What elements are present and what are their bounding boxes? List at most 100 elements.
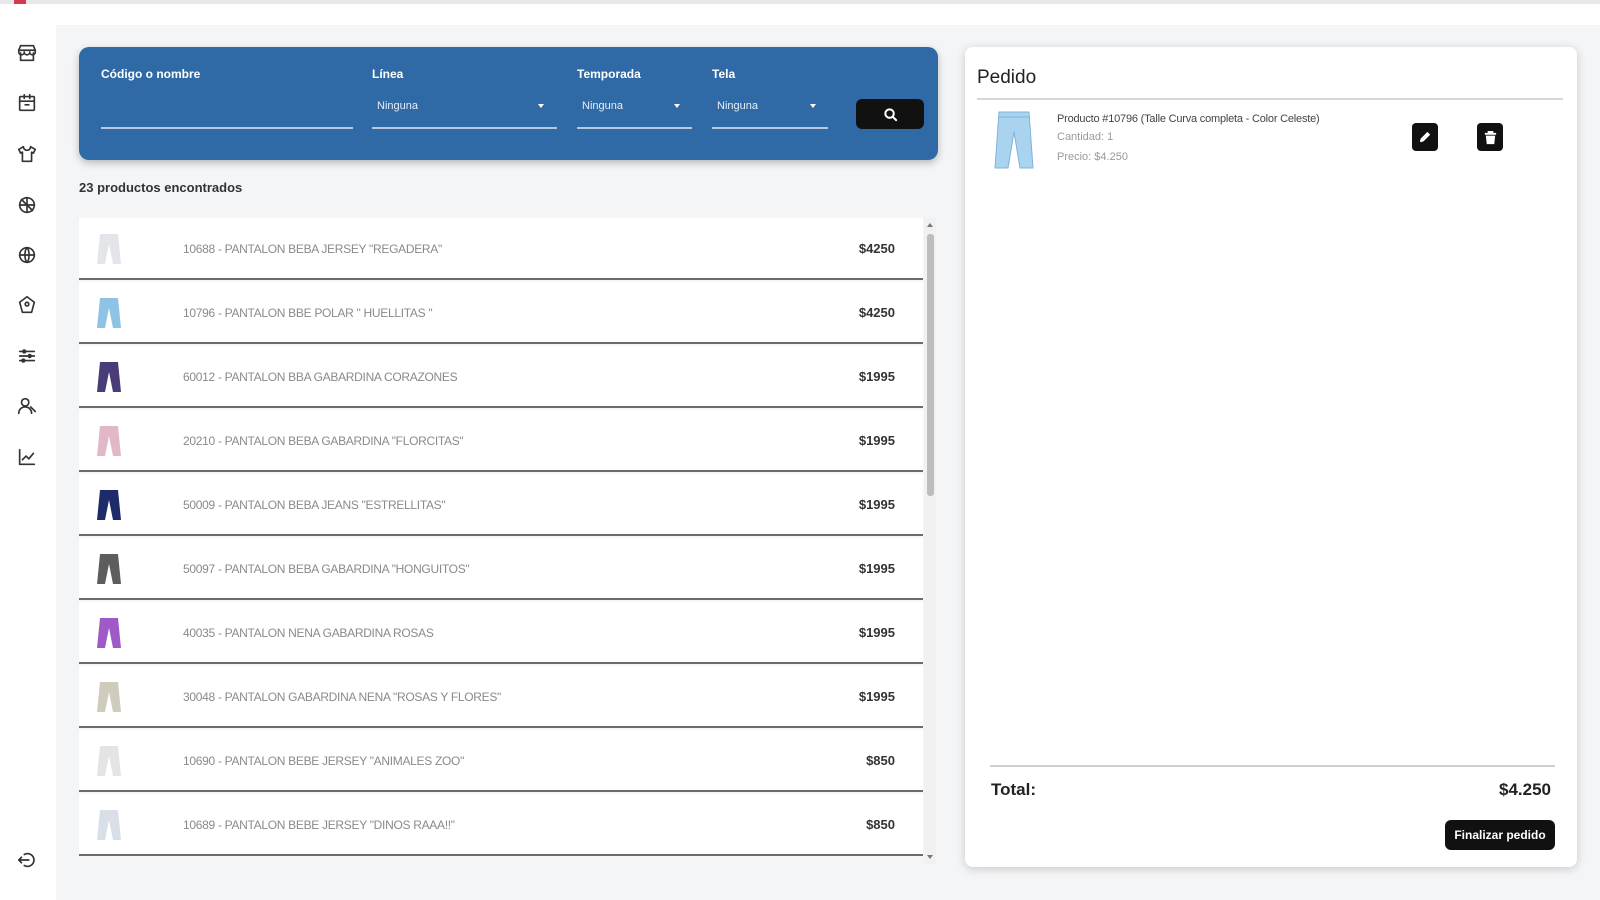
product-row[interactable]: 10796 - PANTALON BBE POLAR " HUELLITAS "… — [79, 282, 923, 344]
product-price: $850 — [866, 753, 895, 768]
product-row[interactable]: 10690 - PANTALON BEBE JERSEY "ANIMALES Z… — [79, 730, 923, 792]
product-row[interactable]: 20210 - PANTALON BEBA GABARDINA "FLORCIT… — [79, 410, 923, 472]
product-name: 10690 - PANTALON BEBE JERSEY "ANIMALES Z… — [183, 754, 465, 768]
product-thumbnail — [89, 421, 129, 461]
divider — [977, 98, 1563, 100]
users-icon[interactable] — [15, 394, 39, 418]
product-thumbnail — [89, 741, 129, 781]
list-scrollbar[interactable] — [924, 218, 936, 864]
divider — [990, 765, 1555, 767]
order-title: Pedido — [977, 67, 1037, 88]
product-list: 10688 - PANTALON BEBA JERSEY "REGADERA" $… — [79, 218, 937, 864]
fabric-filter-select[interactable] — [712, 127, 828, 129]
edit-item-button[interactable] — [1412, 123, 1438, 151]
product-thumbnail — [89, 677, 129, 717]
scroll-up-icon[interactable] — [927, 223, 933, 227]
product-row[interactable]: 10689 - PANTALON BEBE JERSEY "DINOS RAAA… — [79, 794, 923, 856]
pants-icon — [97, 554, 121, 584]
chevron-down-icon[interactable] — [538, 104, 544, 108]
fabric-filter-label: Tela — [712, 67, 736, 81]
product-thumbnail — [89, 357, 129, 397]
scrollbar-thumb[interactable] — [927, 234, 934, 496]
store-icon[interactable] — [15, 41, 39, 65]
product-price: $1995 — [858, 497, 895, 512]
product-price: $1995 — [858, 689, 895, 704]
total-label: Total: — [991, 780, 1037, 799]
season-filter-select[interactable] — [577, 127, 692, 129]
search-button[interactable] — [856, 99, 924, 129]
filter-bar: Código o nombre Línea Ninguna Temporada … — [79, 47, 938, 160]
pants-icon — [97, 618, 121, 648]
product-name: 30048 - PANTALON GABARDINA NENA "ROSAS Y… — [183, 690, 502, 704]
product-price: $4250 — [858, 305, 895, 320]
product-price: $1995 — [858, 561, 895, 576]
product-name: 10688 - PANTALON BEBA JERSEY "REGADERA" — [183, 242, 442, 256]
globe-icon[interactable] — [15, 243, 39, 267]
season-filter-value[interactable]: Ninguna — [582, 100, 623, 112]
logout-icon[interactable] — [15, 848, 39, 872]
product-row[interactable]: 50009 - PANTALON BEBA JEANS "ESTRELLITAS… — [79, 474, 923, 536]
search-icon — [883, 107, 897, 121]
product-name: 10689 - PANTALON BEBE JERSEY "DINOS RAAA… — [183, 818, 455, 832]
tag-icon[interactable] — [15, 293, 39, 317]
line-filter-select[interactable] — [372, 127, 557, 129]
sidebar — [0, 4, 55, 900]
product-name: 50097 - PANTALON BEBA GABARDINA "HONGUIT… — [183, 562, 470, 576]
pants-icon — [97, 682, 121, 712]
product-row[interactable]: 40035 - PANTALON NENA GABARDINA ROSAS $19… — [79, 602, 923, 664]
code-filter-input[interactable] — [101, 127, 353, 129]
shirt-icon[interactable] — [15, 142, 39, 166]
line-filter-label: Línea — [372, 67, 404, 81]
trash-icon — [1484, 130, 1496, 144]
product-name: 20210 - PANTALON BEBA GABARDINA "FLORCIT… — [183, 434, 464, 448]
pants-thumbnail-icon — [994, 111, 1034, 169]
pants-icon — [97, 810, 121, 840]
finish-order-button[interactable]: Finalizar pedido — [1445, 820, 1555, 850]
order-item-price: Precio: $4.250 — [1057, 151, 1128, 163]
chevron-down-icon[interactable] — [674, 104, 680, 108]
product-name: 60012 - PANTALON BBA GABARDINA CORAZONES — [183, 370, 458, 384]
pants-icon — [97, 490, 121, 520]
product-name: 10796 - PANTALON BBE POLAR " HUELLITAS " — [183, 306, 433, 320]
top-bar — [0, 0, 1600, 4]
ball-icon[interactable] — [15, 193, 39, 217]
calendar-icon[interactable] — [15, 91, 39, 115]
product-price: $1995 — [858, 369, 895, 384]
product-name: 40035 - PANTALON NENA GABARDINA ROSAS — [183, 626, 434, 640]
product-price: $850 — [866, 817, 895, 832]
sliders-icon[interactable] — [15, 344, 39, 368]
product-row[interactable]: 10688 - PANTALON BEBA JERSEY "REGADERA" $… — [79, 218, 923, 280]
pants-icon — [97, 234, 121, 264]
chevron-down-icon[interactable] — [810, 104, 816, 108]
pants-icon — [97, 298, 121, 328]
results-count: 23 productos encontrados — [79, 180, 243, 195]
pencil-icon — [1419, 131, 1430, 142]
product-name: 50009 - PANTALON BEBA JEANS "ESTRELLITAS… — [183, 498, 446, 512]
product-thumbnail — [89, 805, 129, 845]
product-thumbnail — [89, 293, 129, 333]
product-thumbnail — [89, 613, 129, 653]
product-row[interactable]: 50097 - PANTALON BEBA GABARDINA "HONGUIT… — [79, 538, 923, 600]
chart-icon[interactable] — [15, 445, 39, 469]
fabric-filter-value[interactable]: Ninguna — [717, 100, 758, 112]
order-item-name: Producto #10796 (Talle Curva completa - … — [1057, 113, 1320, 125]
total-value: $4.250 — [1499, 780, 1551, 799]
product-price: $1995 — [858, 433, 895, 448]
delete-item-button[interactable] — [1477, 123, 1503, 151]
product-thumbnail — [89, 549, 129, 589]
code-filter-label: Código o nombre — [101, 67, 201, 81]
order-panel: Pedido Producto #10796 (Talle Curva comp… — [965, 47, 1577, 867]
pants-icon — [97, 426, 121, 456]
pants-icon — [97, 362, 121, 392]
product-thumbnail — [89, 229, 129, 269]
order-item-quantity: Cantidad: 1 — [1057, 131, 1114, 143]
product-price: $4250 — [858, 241, 895, 256]
scroll-down-icon[interactable] — [927, 855, 933, 859]
line-filter-value[interactable]: Ninguna — [377, 100, 418, 112]
season-filter-label: Temporada — [577, 67, 641, 81]
product-row[interactable]: 60012 - PANTALON BBA GABARDINA CORAZONES… — [79, 346, 923, 408]
product-row[interactable]: 30048 - PANTALON GABARDINA NENA "ROSAS Y… — [79, 666, 923, 728]
pants-icon — [97, 746, 121, 776]
product-price: $1995 — [858, 625, 895, 640]
product-thumbnail — [89, 485, 129, 525]
